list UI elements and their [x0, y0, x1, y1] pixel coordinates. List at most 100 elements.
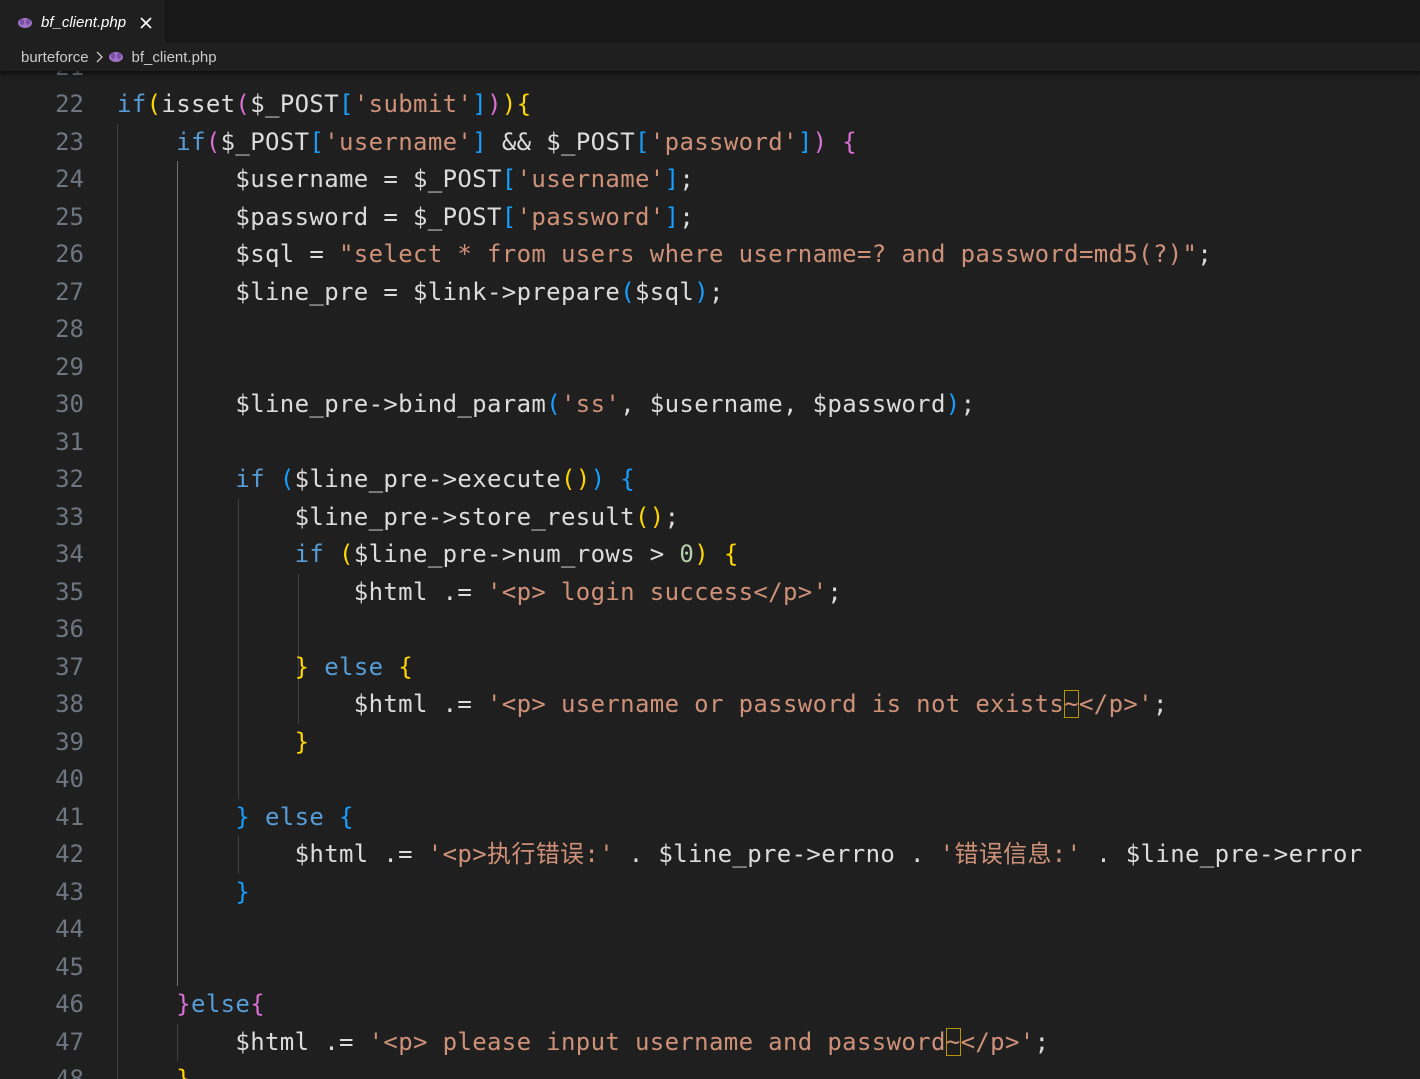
line-number: 37: [55, 652, 84, 681]
line-number: 32: [55, 465, 84, 493]
code-line[interactable]: }: [117, 1061, 191, 1079]
line-number: 22: [55, 90, 84, 118]
code-line[interactable]: if($_POST['username'] && $_POST['passwor…: [117, 124, 857, 162]
code-token: }: [235, 877, 251, 906]
code-token: ;: [827, 577, 843, 606]
line-number: 30: [55, 390, 84, 418]
code-token: isset: [161, 90, 236, 118]
code-token: ): [812, 127, 828, 156]
code-token: if: [235, 465, 266, 493]
code-token: 'password': [649, 127, 798, 156]
code-token: . $line_pre->errno .: [614, 840, 940, 868]
code-token: 'submit': [353, 90, 473, 118]
code-token: '<p>执行错误:': [427, 840, 614, 868]
code-line[interactable]: } else {: [117, 649, 413, 687]
code-line[interactable]: $line_pre->bind_param('ss', $username, $…: [117, 386, 975, 424]
code-token: {: [339, 802, 354, 831]
code-token: ;: [1197, 240, 1213, 268]
code-line[interactable]: $line_pre->store_result();: [117, 499, 679, 537]
code-token: }: [294, 727, 310, 756]
code-token: }: [176, 990, 192, 1018]
code-token: </p>': [1078, 690, 1153, 718]
code-line[interactable]: $sql = "select * from users where userna…: [117, 236, 1212, 274]
code-token: (): [561, 465, 591, 493]
breadcrumb: burteforce bf_client.php: [0, 43, 1420, 71]
php-file-icon: [18, 17, 32, 28]
code-token: ;: [664, 502, 680, 531]
code-token: ;: [1034, 1027, 1050, 1056]
code-token: {: [250, 990, 266, 1018]
code-line[interactable]: }else{: [117, 986, 265, 1024]
code-line[interactable]: }: [117, 724, 309, 762]
code-token: 'ss': [561, 390, 621, 418]
code-token: else: [265, 802, 325, 831]
code-line[interactable]: $html .= '<p> username or password is no…: [117, 686, 1168, 724]
code-token: '<p> please input username and password: [368, 1027, 946, 1056]
code-token: $line_pre->num_rows >: [353, 540, 680, 568]
line-number: 33: [55, 502, 84, 531]
code-token: $line_pre->execute: [294, 465, 562, 493]
code-token: {: [398, 652, 414, 681]
code-token: (: [235, 90, 251, 118]
breadcrumb-file[interactable]: bf_client.php: [132, 49, 217, 66]
code-line[interactable]: if(isset($_POST['submit'])){: [117, 86, 532, 124]
code-token: [: [339, 90, 354, 118]
line-number: 28: [55, 315, 84, 343]
line-number: 23: [55, 127, 84, 156]
code-line[interactable]: $line_pre = $link->prepare($sql);: [117, 274, 724, 312]
code-token: ~: [945, 1027, 961, 1056]
code-token: $_POST: [220, 127, 310, 156]
line-number: 21: [0, 71, 84, 86]
code-line[interactable]: $html .= '<p> please input username and …: [117, 1024, 1049, 1062]
code-token: ;: [960, 390, 976, 418]
code-token: }: [176, 1065, 192, 1079]
line-number: 44: [55, 915, 84, 943]
code-token: ]: [472, 127, 488, 156]
code-token: (: [205, 127, 221, 156]
close-icon[interactable]: [138, 15, 154, 31]
line-number: 26: [55, 240, 84, 268]
code-token: $line_pre = $link->prepare: [117, 277, 621, 306]
code-token: 'username': [516, 165, 665, 193]
code-line[interactable]: $username = $_POST['username'];: [117, 161, 694, 199]
code-token: (: [620, 277, 635, 306]
code-token: , $username, $password: [620, 390, 946, 418]
code-token: 'password': [516, 202, 665, 231]
code-token: ]: [664, 202, 680, 231]
code-token: (: [546, 390, 561, 418]
code-token: ): [501, 90, 517, 118]
tab-bar: bf_client.php: [0, 0, 1420, 43]
line-number: 35: [55, 577, 84, 606]
code-token: && $_POST: [487, 127, 636, 156]
code-line[interactable]: } else {: [117, 799, 354, 837]
editor-tab[interactable]: bf_client.php: [0, 0, 165, 43]
code-token: </p>': [960, 1027, 1035, 1056]
code-line[interactable]: if ($line_pre->execute()) {: [117, 461, 635, 499]
code-line[interactable]: if ($line_pre->num_rows > 0) {: [117, 536, 739, 574]
line-number: 25: [55, 202, 84, 231]
code-token: if: [176, 127, 206, 156]
code-token: 'username': [324, 127, 473, 156]
code-line[interactable]: $html .= '<p>执行错误:' . $line_pre->errno .…: [117, 836, 1363, 874]
code-editor[interactable]: 21 22 23 24 25 26 27 28 29 30 31 32 33 34 35 36 37 38 39 40…: [0, 71, 1420, 1079]
code-token: ~: [1064, 690, 1079, 718]
code-token: (: [146, 90, 162, 118]
breadcrumb-folder[interactable]: burteforce: [21, 49, 89, 66]
code-line[interactable]: }: [117, 874, 250, 912]
line-number: 39: [55, 727, 84, 756]
code-line[interactable]: $html .= '<p> login success</p>';: [117, 574, 842, 612]
code-line[interactable]: $password = $_POST['password'];: [117, 199, 694, 237]
code-token: [: [309, 127, 325, 156]
